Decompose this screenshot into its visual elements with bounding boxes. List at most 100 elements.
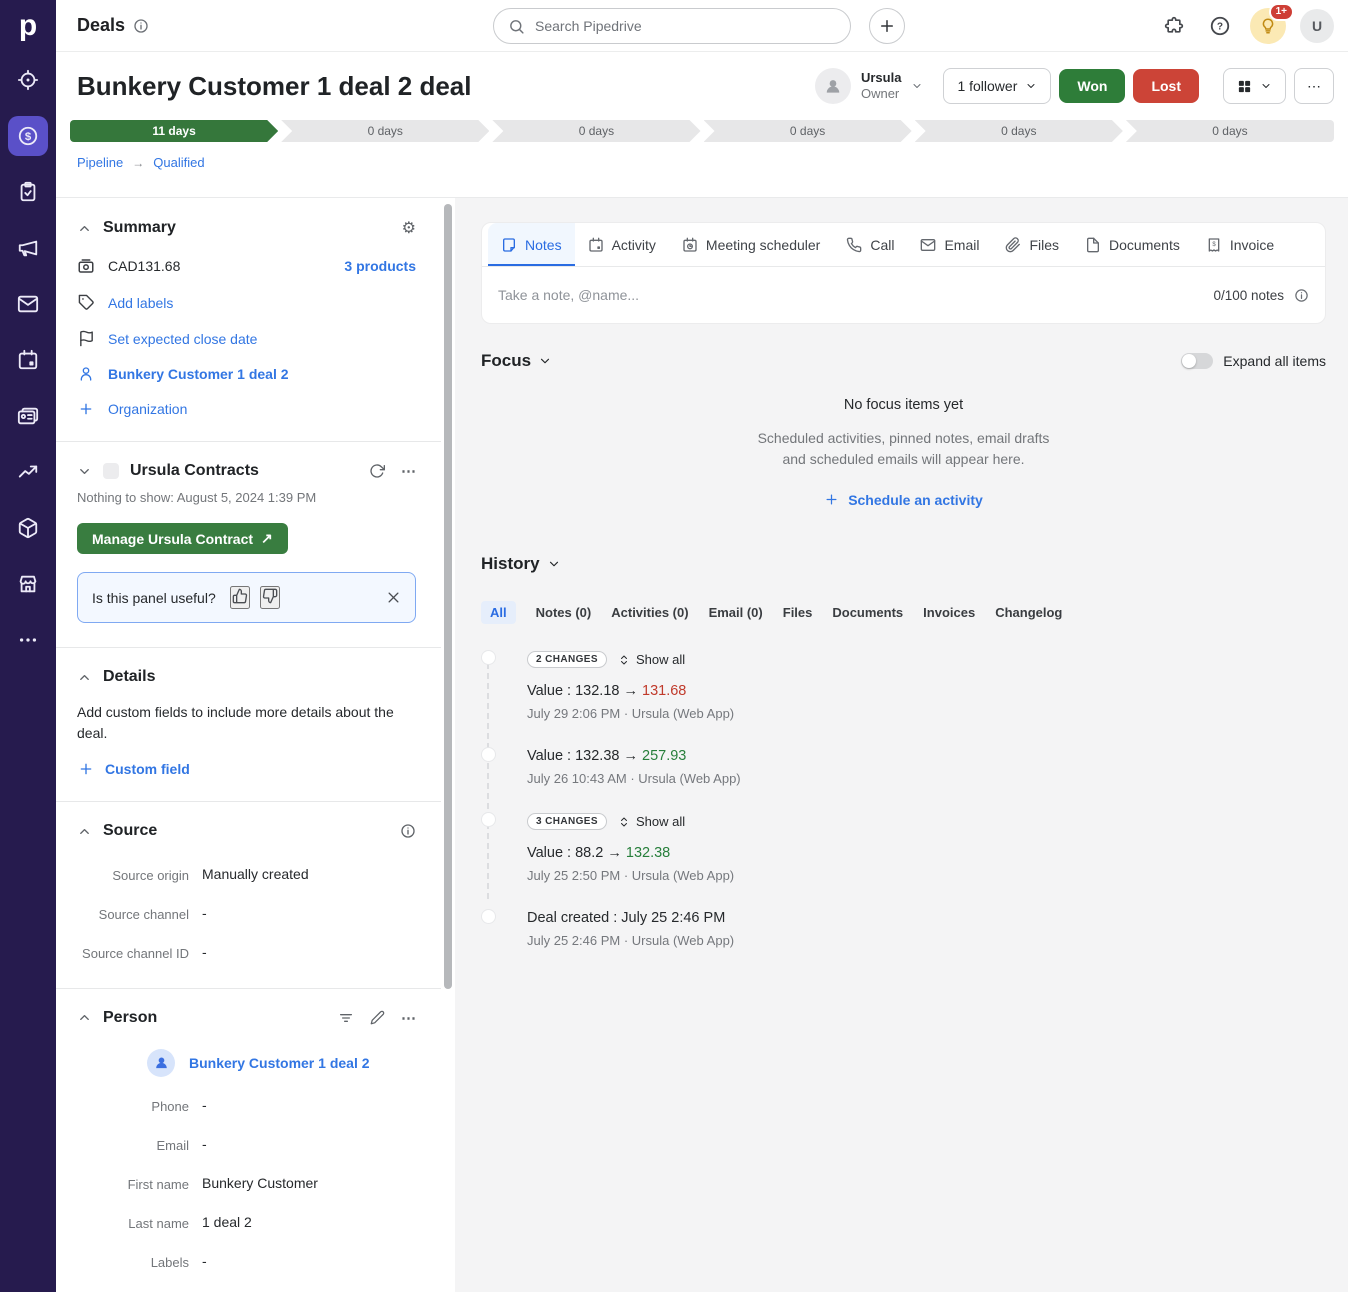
svg-text:$: $: [1212, 242, 1216, 248]
sidebar-item-projects[interactable]: [0, 164, 56, 220]
note-composer: 0/100 notes: [482, 267, 1325, 323]
stage-segment[interactable]: 0 days: [1125, 120, 1335, 142]
panel-more-button[interactable]: ⋯: [401, 462, 416, 480]
schedule-activity-link[interactable]: Schedule an activity: [824, 492, 983, 508]
products-box-icon: [18, 517, 38, 539]
focus-section-toggle[interactable]: Focus: [481, 351, 552, 371]
global-search[interactable]: [493, 8, 851, 44]
expand-all-toggle[interactable]: [1181, 353, 1214, 369]
sidebar-item-insights[interactable]: [0, 444, 56, 500]
apps-button[interactable]: [1158, 10, 1190, 42]
filter-all[interactable]: All: [481, 601, 516, 625]
nav-rail: p $: [0, 0, 56, 1292]
show-all-button[interactable]: Show all: [618, 652, 685, 667]
collapse-section-button[interactable]: [77, 670, 92, 685]
thumbs-up-button[interactable]: [229, 586, 250, 609]
manage-contract-button[interactable]: Manage Ursula Contract ↗: [77, 523, 288, 554]
show-all-button[interactable]: Show all: [618, 814, 685, 829]
more-actions-button[interactable]: ⋯: [1294, 68, 1334, 104]
tab-notes[interactable]: Notes: [488, 223, 575, 266]
person-name-link[interactable]: Bunkery Customer 1 deal 2: [189, 1055, 370, 1071]
tab-label: Invoice: [1229, 236, 1275, 253]
summary-settings-button[interactable]: ⚙: [402, 218, 416, 238]
stage-label: 0 days: [1212, 124, 1248, 138]
lost-button[interactable]: Lost: [1133, 69, 1199, 103]
filter-changelog[interactable]: Changelog: [995, 601, 1062, 624]
add-organization-link[interactable]: Organization: [108, 401, 187, 417]
collapse-section-button[interactable]: [77, 221, 92, 236]
help-button[interactable]: ?: [1204, 10, 1236, 42]
followers-button[interactable]: 1 follower: [943, 68, 1052, 104]
owner-selector[interactable]: Ursula Owner: [814, 68, 923, 104]
history-section-toggle[interactable]: History: [481, 554, 561, 574]
filter-invoices[interactable]: Invoices: [923, 601, 975, 624]
topbar: Deals ? 1+ U: [56, 0, 1348, 52]
filter-documents[interactable]: Documents: [832, 601, 903, 624]
add-labels-link[interactable]: Add labels: [108, 295, 173, 311]
set-close-date-link[interactable]: Set expected close date: [108, 331, 257, 347]
tab-invoice[interactable]: $ Invoice: [1193, 223, 1287, 266]
sidebar-item-campaigns[interactable]: [0, 220, 56, 276]
add-custom-field-link[interactable]: Custom field: [105, 761, 190, 777]
sidebar-item-deals[interactable]: $: [0, 108, 56, 164]
collapse-section-button[interactable]: [77, 824, 92, 839]
person-more-button[interactable]: ⋯: [401, 1009, 416, 1027]
sidebar-item-mail[interactable]: [0, 276, 56, 332]
quick-add-button[interactable]: [869, 8, 905, 44]
tab-files[interactable]: Files: [992, 223, 1072, 266]
sidebar-item-contacts[interactable]: [0, 388, 56, 444]
refresh-button[interactable]: [369, 463, 385, 479]
page-title: Deals: [77, 15, 126, 35]
stage-segment[interactable]: 0 days: [704, 120, 912, 142]
thumbs-down-button[interactable]: [259, 586, 280, 609]
edit-pencil-icon[interactable]: [370, 1010, 385, 1025]
breadcrumb-pipeline-link[interactable]: Pipeline: [77, 155, 123, 170]
filter-files[interactable]: Files: [783, 601, 813, 624]
source-info-icon[interactable]: [400, 823, 416, 839]
summary-person-link[interactable]: Bunkery Customer 1 deal 2: [108, 366, 289, 382]
suggestions-button[interactable]: 1+: [1250, 2, 1294, 44]
tab-activity[interactable]: Activity: [575, 223, 669, 266]
insights-chart-icon: [18, 465, 38, 478]
stage-segment[interactable]: 0 days: [492, 120, 700, 142]
pipedrive-logo[interactable]: p: [0, 0, 56, 52]
tab-call[interactable]: Call: [833, 223, 907, 266]
close-icon[interactable]: [386, 590, 401, 605]
stage-segment[interactable]: 11 days: [70, 120, 278, 142]
notes-info-icon[interactable]: [1294, 288, 1309, 303]
breadcrumb-stage-link[interactable]: Qualified: [153, 155, 204, 170]
main-column: Deals ? 1+ U Bunkery: [56, 0, 1348, 1292]
svg-text:$: $: [25, 131, 32, 143]
deal-value-icon: [77, 257, 95, 275]
filter-icon[interactable]: [338, 1010, 354, 1026]
collapse-section-button[interactable]: [77, 1010, 92, 1025]
panel-scrollbar-thumb[interactable]: [444, 204, 452, 989]
won-button[interactable]: Won: [1059, 69, 1126, 103]
filter-notes[interactable]: Notes (0): [536, 601, 592, 624]
filter-email[interactable]: Email (0): [709, 601, 763, 624]
note-input[interactable]: [498, 287, 1204, 303]
layout-view-button[interactable]: [1223, 68, 1286, 104]
sidebar-item-products[interactable]: [0, 500, 56, 556]
expand-section-button[interactable]: [77, 464, 92, 479]
sidebar-item-leads[interactable]: [0, 52, 56, 108]
tab-documents[interactable]: Documents: [1072, 223, 1193, 266]
stage-segment[interactable]: 0 days: [281, 120, 489, 142]
stage-segment[interactable]: 0 days: [915, 120, 1123, 142]
sidebar-item-more[interactable]: [0, 612, 56, 668]
note-icon: [501, 237, 517, 253]
tab-email[interactable]: Email: [907, 223, 992, 266]
sort-arrows-icon: [620, 655, 627, 665]
show-all-label: Show all: [635, 814, 686, 830]
tab-label: Meeting scheduler: [705, 236, 821, 253]
products-link[interactable]: 3 products: [344, 258, 416, 274]
more-dots-icon: [19, 638, 37, 642]
page-info-icon[interactable]: [133, 18, 149, 34]
sidebar-item-activities[interactable]: [0, 332, 56, 388]
tab-meeting-scheduler[interactable]: Meeting scheduler: [669, 223, 833, 266]
sidebar-item-marketplace[interactable]: [0, 556, 56, 612]
user-avatar[interactable]: U: [1300, 8, 1334, 43]
timeline-entry: Value : 132.38 → 257.93 July 26 10:43 AM…: [481, 747, 1326, 786]
filter-activities[interactable]: Activities (0): [611, 601, 688, 624]
search-input[interactable]: [535, 18, 836, 34]
